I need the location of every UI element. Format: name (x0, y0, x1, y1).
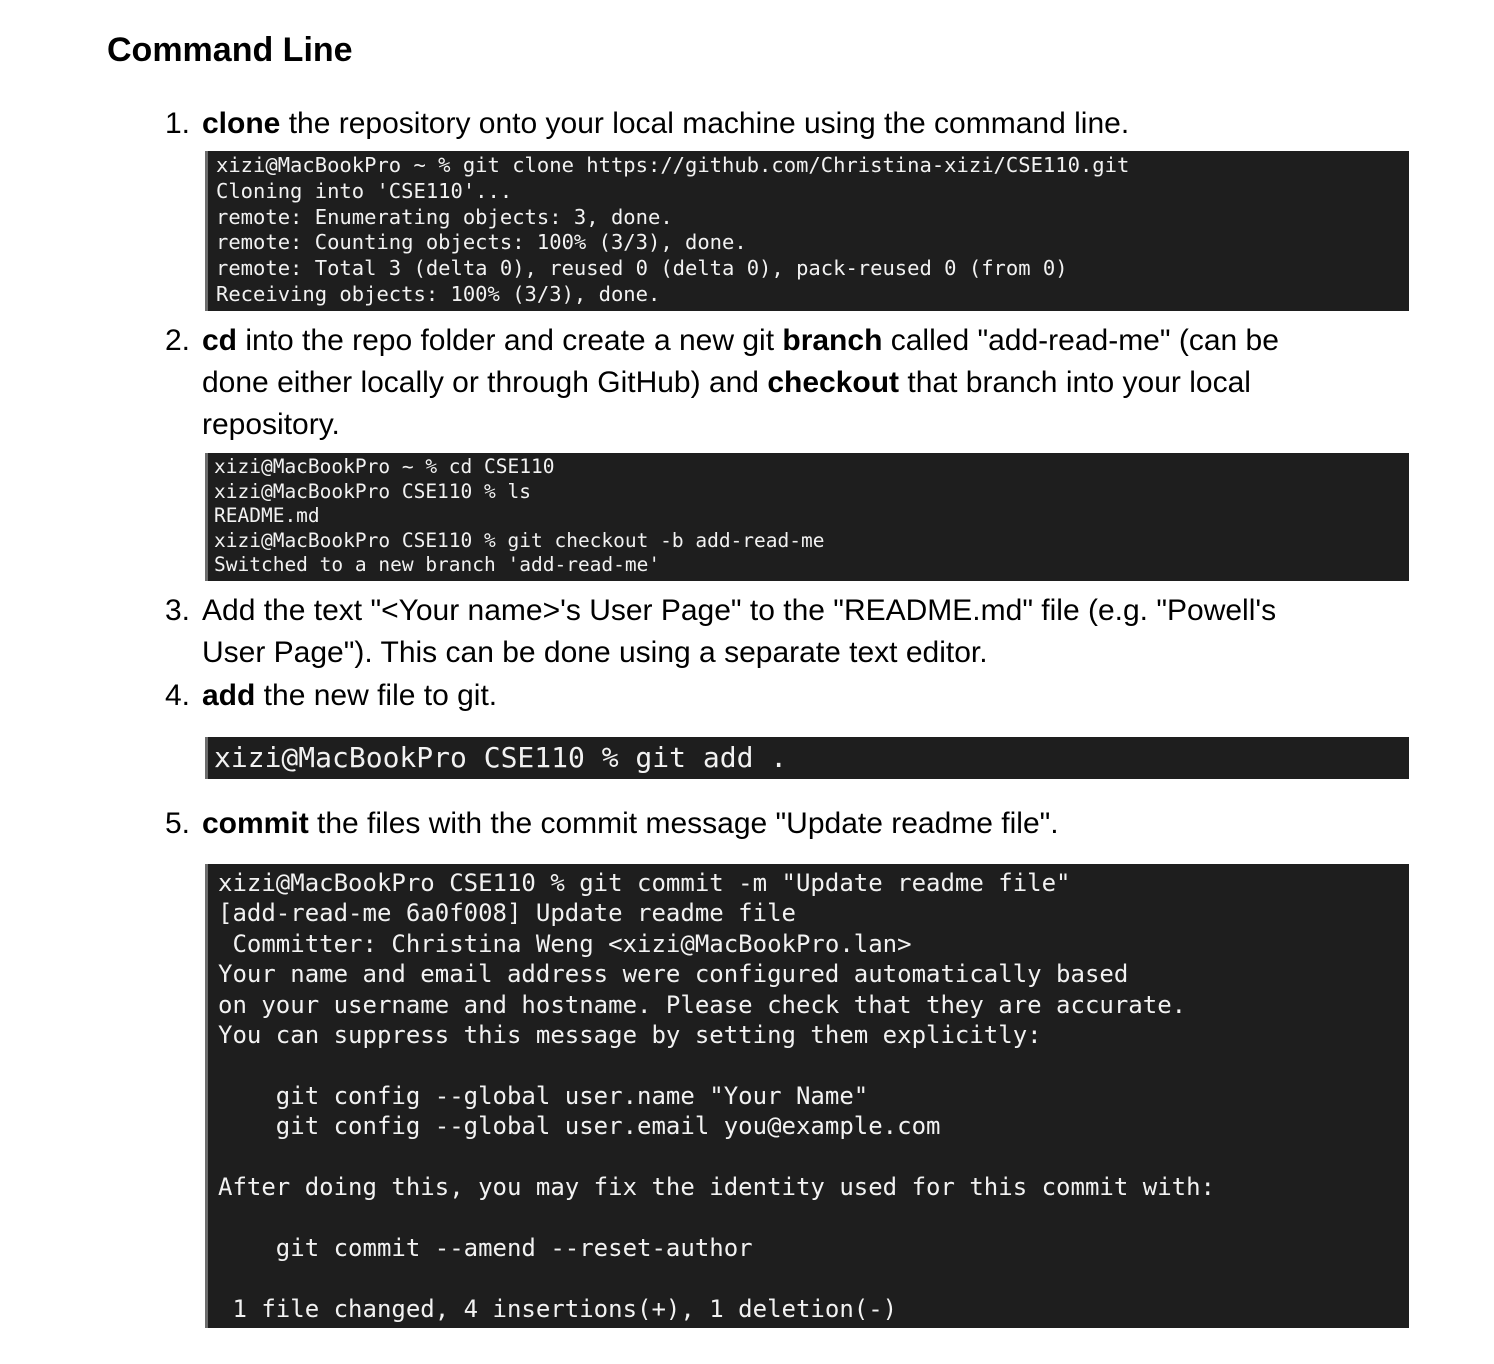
step-text: Add the text "<Your name>'s User Page" t… (202, 590, 1332, 674)
step-number: 4. (164, 679, 190, 712)
command-keyword: checkout (767, 366, 900, 399)
command-keyword: add (202, 679, 256, 712)
step-text: add the new file to git. (202, 675, 1332, 717)
terminal-line: You can suppress this message by setting… (218, 1021, 1042, 1050)
terminal-line: README.md (214, 504, 320, 528)
command-keyword: cd (202, 324, 238, 357)
terminal-clone-output: xizi@MacBookPro ~ % git clone https://gi… (205, 151, 1409, 311)
terminal-line: remote: Enumerating objects: 3, done. (216, 204, 673, 229)
terminal-line: xizi@MacBookPro CSE110 % ls (214, 479, 531, 503)
terminal-line: git commit --amend --reset-author (218, 1233, 753, 1262)
page-title: Command Line (107, 31, 353, 69)
step-run: the repository onto your local machine u… (280, 107, 1130, 140)
terminal-line: xizi@MacBookPro CSE110 % git commit -m "… (218, 869, 1071, 897)
step-number: 2. (164, 324, 190, 357)
command-keyword: branch (782, 324, 883, 357)
terminal-line: xizi@MacBookPro CSE110 % git add . (214, 741, 788, 774)
terminal-commit-output: xizi@MacBookPro CSE110 % git commit -m "… (205, 864, 1409, 1328)
terminal-add-output: xizi@MacBookPro CSE110 % git add . (205, 737, 1409, 779)
step-run: Add the text "<Your name>'s User Page" t… (202, 594, 1277, 669)
terminal-line: on your username and hostname. Please ch… (218, 990, 1187, 1019)
terminal-line: git config --global user.name "Your Name… (218, 1081, 869, 1110)
terminal-line: Committer: Christina Weng <xizi@MacBookP… (218, 929, 912, 958)
step-run: into the repo folder and create a new gi… (237, 324, 783, 357)
terminal-line: [add-read-me 6a0f008] Update readme file (218, 899, 796, 928)
step-number: 5. (164, 807, 190, 840)
step-text: cd into the repo folder and create a new… (202, 320, 1332, 446)
command-keyword: commit (202, 807, 309, 840)
terminal-line: remote: Total 3 (delta 0), reused 0 (del… (216, 256, 1068, 281)
terminal-line: remote: Counting objects: 100% (3/3), do… (216, 230, 747, 255)
step-number: 1. (164, 107, 190, 140)
terminal-line: xizi@MacBookPro ~ % git clone https://gi… (216, 153, 1130, 177)
terminal-line: Your name and email address were configu… (218, 960, 1129, 989)
step-run: the new file to git. (255, 679, 498, 712)
step-text: clone the repository onto your local mac… (202, 103, 1332, 145)
terminal-line: 1 file changed, 4 insertions(+), 1 delet… (218, 1294, 898, 1323)
step-number: 3. (164, 594, 190, 627)
page-bottom-cutoff (0, 1330, 1494, 1364)
step-run: the files with the commit message "Updat… (308, 807, 1059, 840)
terminal-line: After doing this, you may fix the identi… (218, 1173, 1215, 1202)
terminal-line: git config --global user.email you@examp… (218, 1112, 941, 1141)
terminal-line: xizi@MacBookPro ~ % cd CSE110 (214, 455, 555, 478)
step-text: commit the files with the commit message… (202, 803, 1332, 845)
terminal-line: Switched to a new branch 'add-read-me' (214, 553, 661, 577)
terminal-line: Cloning into 'CSE110'... (216, 178, 513, 203)
terminal-line: xizi@MacBookPro CSE110 % git checkout -b… (214, 528, 825, 552)
command-keyword: clone (202, 107, 281, 140)
terminal-branch-output: xizi@MacBookPro ~ % cd CSE110 xizi@MacBoo… (205, 453, 1409, 581)
terminal-line: Receiving objects: 100% (3/3), done. (216, 281, 661, 306)
